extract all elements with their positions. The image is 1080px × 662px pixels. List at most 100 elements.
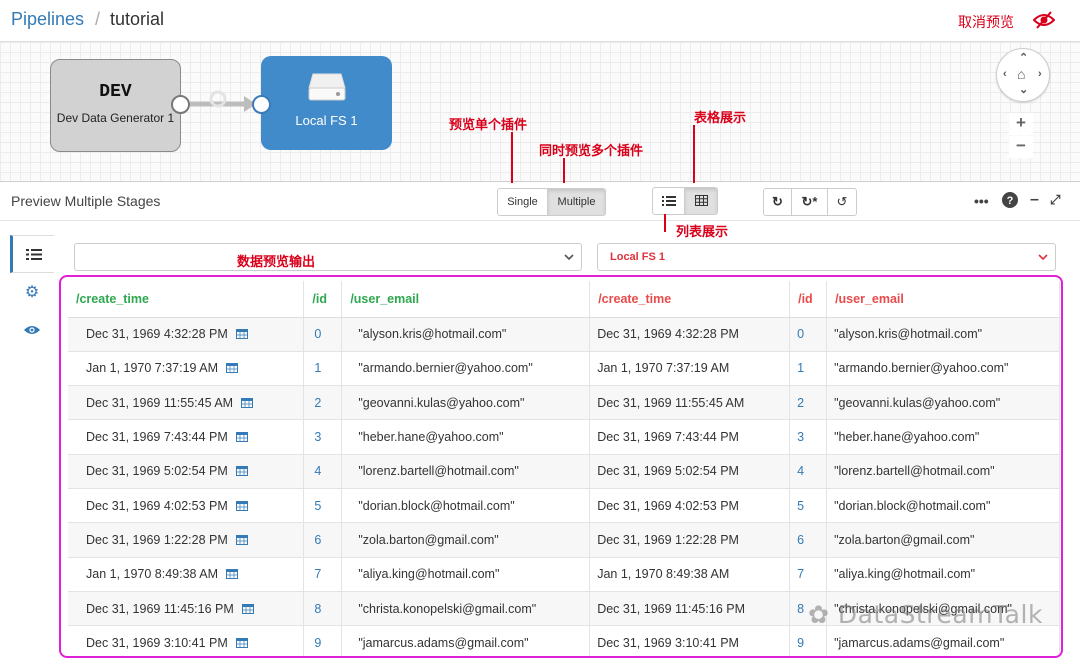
pan-right-icon[interactable]: › [1038,68,1042,80]
calendar-icon[interactable] [226,568,239,580]
local-fs-node-label: Local FS 1 [295,113,358,128]
column-header-id[interactable]: /id [303,281,343,318]
local-fs-node[interactable]: Local FS 1 [261,56,392,150]
calendar-icon[interactable] [235,465,248,477]
cell-id: 7 [303,557,343,592]
preview-sidebar: ⚙ [10,235,54,349]
zoom-out-button[interactable]: − [1009,136,1033,158]
cell-create-time[interactable]: Dec 31, 1969 4:32:28 PM [68,317,305,352]
left-stage-select[interactable] [74,243,582,271]
sidebar-item-settings[interactable]: ⚙ [10,273,54,311]
cell-user-email: "armando.bernier@yahoo.com" [826,351,1060,387]
cell-create-time: Dec 31, 1969 4:32:28 PM [589,317,791,352]
pan-left-icon[interactable]: ‹ [1003,68,1007,80]
annotation-line-single [511,132,513,187]
pipeline-canvas[interactable]: DEV Dev Data Generator 1 Local FS 1 ⌃ ‹ … [0,42,1080,182]
cell-user-email: "lorenz.bartell@hotmail.com" [341,454,591,489]
cell-user-email: "jamarcus.adams@gmail.com" [826,625,1060,656]
right-stage-select[interactable]: Local FS 1 [597,243,1056,271]
cell-create-time-value: Jan 1, 1970 8:49:38 AM [86,567,219,582]
cell-id: 2 [789,385,828,421]
pan-navigation-control[interactable]: ⌃ ‹ ⌂ › ⌄ [996,48,1050,102]
table-row: Dec 31, 1969 11:55:45 AM 2 "geovanni.kulas… [68,385,1060,421]
chevron-down-icon [1038,254,1048,261]
pipeline-title: tutorial [110,9,165,29]
refresh-with-params-button[interactable]: ↻* [792,189,828,215]
cell-user-email: "dorian.block@hotmail.com" [341,488,591,524]
reset-button[interactable]: ↺ [828,189,856,215]
watermark: ✿ DataStreamTalk [808,600,1043,629]
fullscreen-icon[interactable]: ⤢ [1050,192,1060,208]
annotation-multi-plugin: 同时预览多个插件 [539,143,644,158]
cell-create-time[interactable]: Jan 1, 1970 7:37:19 AM [68,351,305,387]
calendar-icon[interactable] [226,362,239,374]
calendar-icon[interactable] [241,603,254,614]
list-icon [25,248,42,260]
zoom-in-button[interactable]: + [1009,113,1033,135]
cell-create-time[interactable]: Dec 31, 1969 7:43:44 PM [68,419,305,455]
list-view-button[interactable] [653,188,685,214]
help-icon[interactable]: ? [1002,192,1018,208]
dev-data-generator-node[interactable]: DEV Dev Data Generator 1 [50,59,181,152]
calendar-icon[interactable] [235,637,248,648]
cell-create-time[interactable]: Jan 1, 1970 8:49:38 AM [68,557,305,592]
cell-create-time: Dec 31, 1969 11:55:45 AM [589,385,791,421]
column-header-user-email[interactable]: /user_email [826,281,1060,318]
cell-create-time[interactable]: Dec 31, 1969 4:02:53 PM [68,488,305,524]
pan-up-icon[interactable]: ⌃ [1019,51,1028,64]
column-header-id[interactable]: /id [789,281,828,318]
calendar-icon[interactable] [235,328,248,340]
table-row: Jan 1, 1970 8:49:38 AM 7 "aliya.king@hotma… [68,557,1060,592]
cell-id: 4 [303,454,343,489]
cell-create-time: Dec 31, 1969 11:45:16 PM [589,591,791,627]
refresh-button[interactable]: ↻ [764,189,792,215]
gear-icon: ⚙ [24,284,40,301]
cell-create-time-value: Dec 31, 1969 7:43:44 PM [86,430,228,445]
cell-create-time[interactable]: Dec 31, 1969 1:22:28 PM [68,522,305,558]
home-icon[interactable]: ⌂ [1017,66,1025,82]
calendar-icon[interactable] [235,431,248,443]
table-view-button[interactable] [685,188,717,214]
cell-user-email: "alyson.kris@hotmail.com" [341,317,591,352]
more-options-icon[interactable]: ••• [974,193,989,209]
cell-user-email: "jamarcus.adams@gmail.com" [341,625,591,656]
table-row: Dec 31, 1969 4:32:28 PM 0 "alyson.kris@hot… [68,317,1060,352]
minimize-icon[interactable]: – [1030,191,1039,209]
table-row: Jan 1, 1970 7:37:19 AM 1 "armando.bernier@… [68,351,1060,387]
refresh-icon: ↻ [772,194,783,209]
column-header-user-email[interactable]: /user_email [341,281,591,318]
annotation-list-view: 列表展示 [676,224,729,239]
cell-create-time[interactable]: Dec 31, 1969 5:02:54 PM [68,454,305,489]
pan-down-icon[interactable]: ⌄ [1019,83,1028,96]
cell-create-time: Jan 1, 1970 8:49:38 AM [589,557,791,592]
cell-user-email: "aliya.king@hotmail.com" [341,557,591,592]
calendar-icon[interactable] [241,397,254,408]
sidebar-item-data[interactable] [10,235,54,273]
cell-create-time[interactable]: Dec 31, 1969 11:55:45 AM [68,385,305,421]
calendar-icon[interactable] [235,534,248,545]
dev-node-title: DEV [99,82,132,102]
input-port[interactable] [252,95,271,114]
cancel-preview-button[interactable]: 取消预览 [958,12,1014,32]
table-header-row: /create_time /id /user_email /create_tim… [68,281,1060,318]
calendar-icon[interactable] [235,500,248,511]
cell-create-time: Dec 31, 1969 3:10:41 PM [589,625,791,656]
svg-text:?: ? [1007,195,1014,207]
multiple-mode-button[interactable]: Multiple [548,189,605,215]
cell-user-email: "zola.barton@gmail.com" [341,522,591,558]
cell-create-time[interactable]: Dec 31, 1969 3:10:41 PM [68,625,305,656]
table-row: Dec 31, 1969 5:02:54 PM 4 "lorenz.bartell@… [68,454,1060,489]
column-header-create-time[interactable]: /create_time [68,281,305,318]
single-mode-button[interactable]: Single [498,189,548,215]
sidebar-item-preview[interactable] [10,311,54,349]
annotation-line-list [664,214,666,232]
cell-create-time[interactable]: Dec 31, 1969 11:45:16 PM [68,591,305,627]
preview-mode-toggle: Single Multiple [497,188,606,216]
cell-id: 3 [789,419,828,455]
cell-id: 4 [789,454,828,489]
cell-id: 2 [303,385,343,421]
eye-off-icon[interactable] [1033,10,1055,30]
cell-create-time-value: Dec 31, 1969 11:55:45 AM [86,395,234,410]
breadcrumb-pipelines-link[interactable]: Pipelines [11,9,84,30]
column-header-create-time[interactable]: /create_time [589,281,791,318]
